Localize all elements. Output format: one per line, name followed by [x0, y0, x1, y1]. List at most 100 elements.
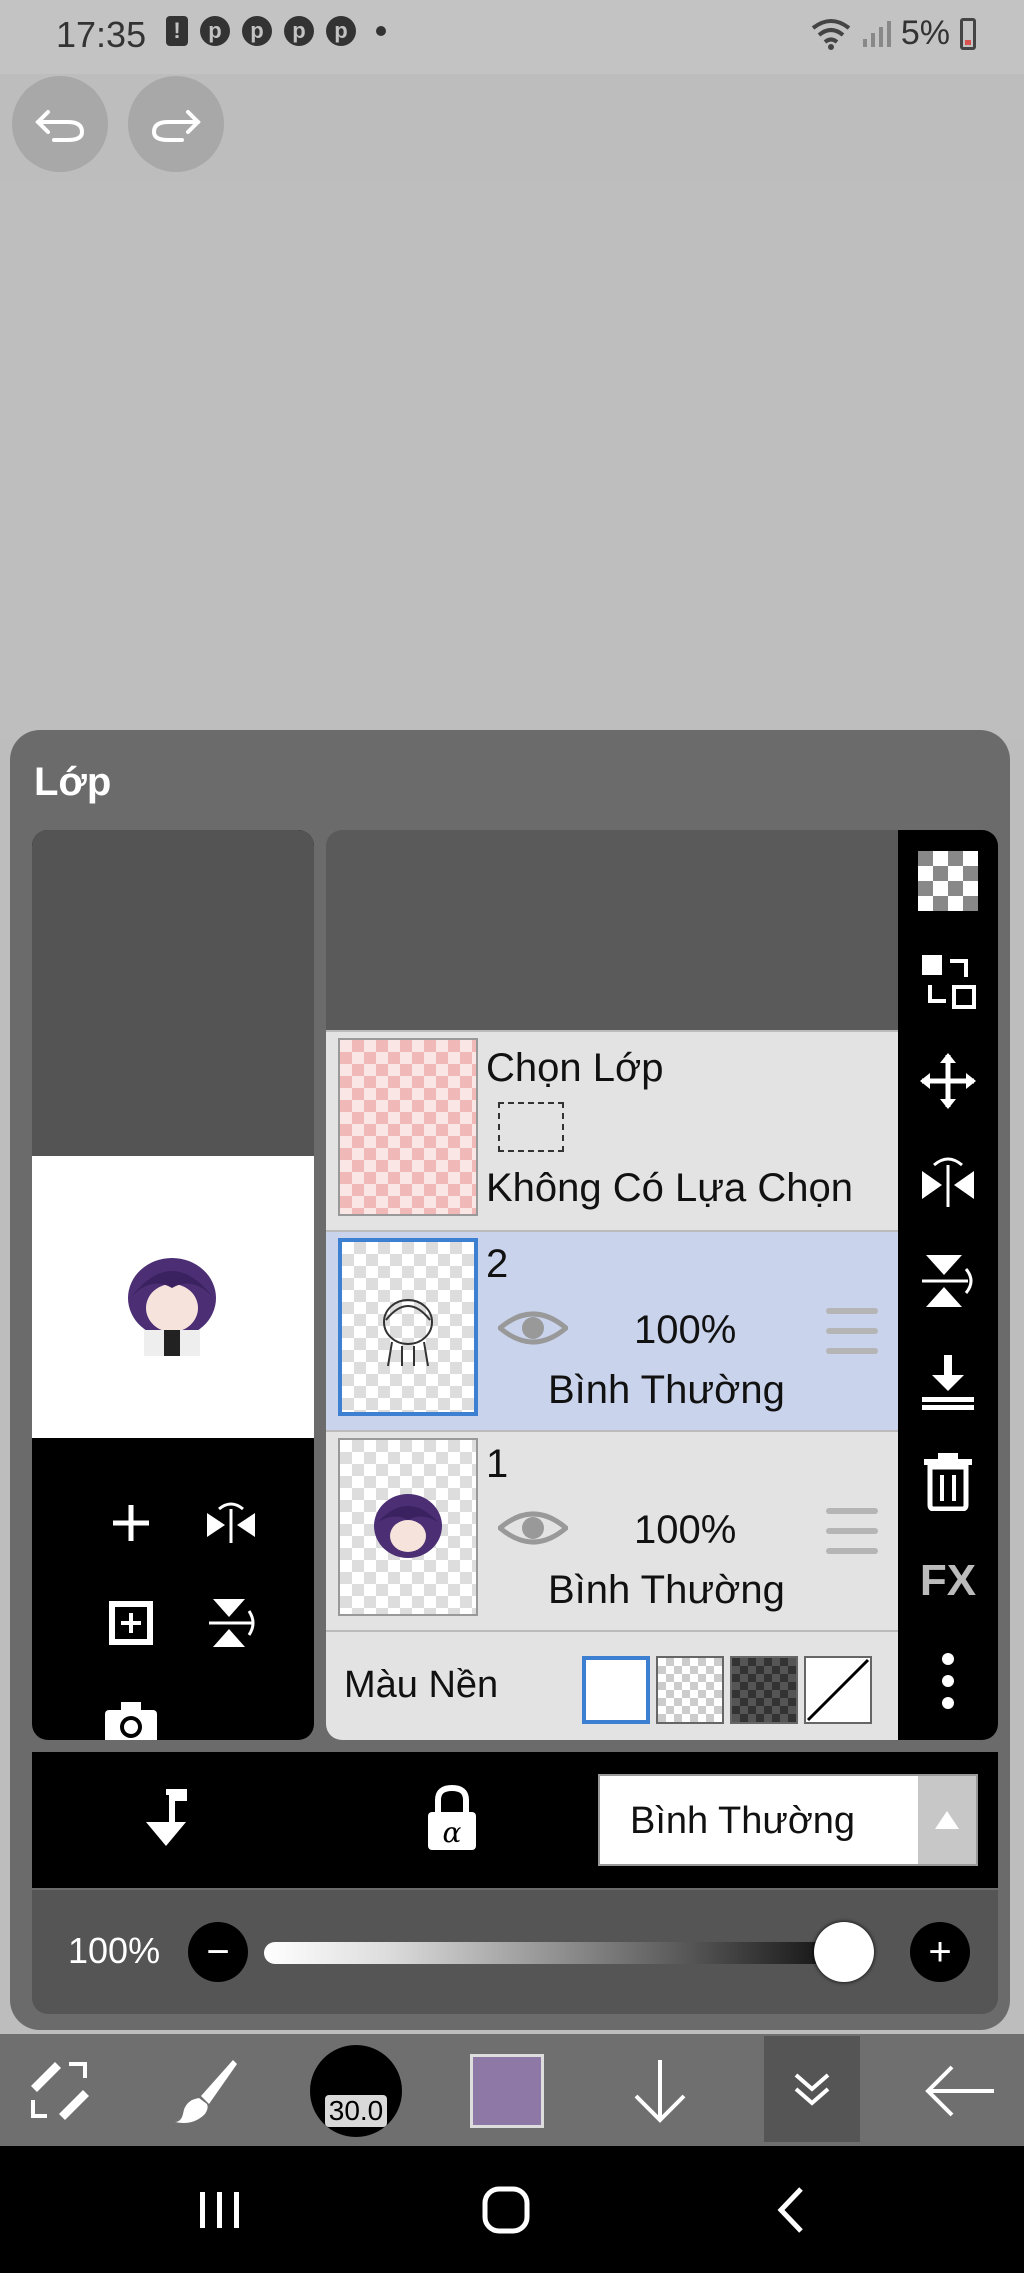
- drawing-canvas[interactable]: [0, 180, 1024, 740]
- flip-vertical-button[interactable]: [196, 1588, 266, 1658]
- alpha-lock-button[interactable]: α: [424, 1784, 480, 1857]
- opacity-plus-button[interactable]: +: [910, 1922, 970, 1982]
- layer-row[interactable]: 1 100% Bình Thường: [326, 1430, 898, 1630]
- battery-icon: [960, 17, 976, 50]
- opacity-slider[interactable]: [264, 1942, 874, 1964]
- back-button[interactable]: [920, 2046, 1000, 2136]
- layer-opacity: 100%: [634, 1508, 737, 1552]
- opacity-value: 100%: [68, 1930, 161, 1971]
- visibility-eye-icon[interactable]: [498, 1306, 568, 1350]
- selection-layer-thumbnail: [338, 1038, 478, 1216]
- flip-horizontal-icon: [207, 1502, 255, 1543]
- layer-name: 1: [486, 1442, 509, 1486]
- brush-size-indicator: 30.0: [310, 2045, 402, 2137]
- add-layer-button[interactable]: [96, 1488, 166, 1558]
- character-thumbnail-image: [128, 1258, 216, 1356]
- preview-canvas[interactable]: [32, 1156, 314, 1438]
- layer-blend-mode: Bình Thường: [548, 1568, 785, 1612]
- undo-button[interactable]: [12, 76, 108, 172]
- dropdown-arrow-icon: [918, 1776, 976, 1864]
- brush-size-button[interactable]: 30.0: [310, 2045, 402, 2137]
- flip-horizontal-button[interactable]: [913, 1146, 983, 1216]
- add-copy-icon: [109, 1601, 153, 1645]
- layer-down-button[interactable]: [620, 2046, 700, 2136]
- drag-handle-icon[interactable]: [826, 1508, 878, 1554]
- transform-icon: [31, 2062, 89, 2120]
- selection-marquee-icon: [498, 1102, 564, 1152]
- opacity-minus-button[interactable]: −: [188, 1922, 248, 1982]
- character-layer-thumbnail-image: [374, 1494, 442, 1558]
- trash-icon: [924, 1453, 972, 1511]
- bg-transparent-swatch[interactable]: [656, 1656, 724, 1724]
- add-copy-button[interactable]: [96, 1588, 166, 1658]
- system-status: 5%: [811, 14, 976, 53]
- signal-icon: [862, 20, 891, 47]
- panel-title: Lớp: [34, 760, 112, 804]
- layer-tools-column: FX: [898, 830, 998, 1740]
- selection-status: Không Có Lựa Chọn: [486, 1166, 854, 1210]
- drag-handle-icon[interactable]: [826, 1308, 878, 1354]
- pinterest-icon: p: [242, 16, 272, 46]
- canvas-preview: [32, 830, 314, 1740]
- brush-icon: [175, 2060, 237, 2123]
- layer-thumbnail: [338, 1438, 478, 1616]
- merge-down-button[interactable]: [913, 1346, 983, 1416]
- layer-list: Chọn Lớp Không Có Lựa Chọn 2 100% Bình T…: [326, 830, 898, 1740]
- battery-percent: 5%: [900, 14, 950, 52]
- opacity-bar: 100% − +: [32, 1890, 998, 2014]
- home-button[interactable]: [466, 2170, 546, 2250]
- flip-vertical-icon: [209, 1599, 255, 1647]
- bg-dark-checker-swatch[interactable]: [730, 1656, 798, 1724]
- home-icon: [482, 2186, 530, 2234]
- background-color-row: Màu Nền: [326, 1630, 898, 1740]
- status-bar: 17:35 ! p p p p 5%: [0, 0, 1024, 74]
- selection-layer-row[interactable]: Chọn Lớp Không Có Lựa Chọn: [326, 1030, 898, 1230]
- fx-button[interactable]: FX: [913, 1546, 983, 1616]
- alert-icon: !: [166, 16, 188, 46]
- flip-horizontal-icon: [922, 1157, 974, 1207]
- double-chevron-down-icon: [794, 2073, 830, 2106]
- bg-none-swatch[interactable]: [804, 1656, 872, 1724]
- layer-row[interactable]: 2 100% Bình Thường: [326, 1230, 898, 1430]
- flip-horizontal-button[interactable]: [196, 1488, 266, 1558]
- delete-layer-button[interactable]: [913, 1446, 983, 1516]
- swap-layer-button[interactable]: [913, 946, 983, 1016]
- current-color-swatch: [470, 2054, 544, 2128]
- brush-size-value: 30.0: [324, 2095, 388, 2127]
- move-icon: [920, 1053, 976, 1109]
- status-time: 17:35: [56, 14, 147, 55]
- opacity-slider-knob[interactable]: [814, 1922, 874, 1982]
- more-options-button[interactable]: [913, 1646, 983, 1716]
- camera-button[interactable]: [96, 1688, 166, 1740]
- redo-button[interactable]: [128, 76, 224, 172]
- blend-mode-value: Bình Thường: [630, 1800, 856, 1842]
- flip-vertical-button[interactable]: [913, 1246, 983, 1316]
- brush-tool-button[interactable]: [166, 2046, 246, 2136]
- selection-layer-title: Chọn Lớp: [486, 1046, 664, 1090]
- arrow-down-icon: [634, 2060, 686, 2123]
- wifi-icon: [811, 18, 851, 50]
- background-color-label: Màu Nền: [344, 1664, 499, 1706]
- bg-white-swatch[interactable]: [582, 1656, 650, 1724]
- arrow-left-icon: [925, 2065, 994, 2117]
- back-icon: [777, 2187, 803, 2233]
- clipping-button[interactable]: [140, 1788, 192, 1855]
- layers-button[interactable]: [764, 2036, 860, 2142]
- merge-down-icon: [922, 1355, 974, 1410]
- recents-button[interactable]: [180, 2170, 260, 2250]
- checker-icon: [918, 851, 978, 911]
- notification-icons: ! p p p p: [166, 16, 386, 46]
- alpha-lock-icon: α: [428, 1784, 476, 1850]
- transform-tool-button[interactable]: [20, 2046, 100, 2136]
- recents-icon: [200, 2192, 239, 2228]
- visibility-eye-icon[interactable]: [498, 1506, 568, 1550]
- blend-mode-select[interactable]: Bình Thường: [598, 1774, 978, 1866]
- nav-back-button[interactable]: [750, 2170, 830, 2250]
- pinterest-icon: p: [326, 16, 356, 46]
- color-picker-button[interactable]: [470, 2046, 544, 2136]
- move-button[interactable]: [913, 1046, 983, 1116]
- svg-text:α: α: [443, 1816, 462, 1849]
- layer-actions-bar: α Bình Thường: [32, 1752, 998, 1888]
- checker-button[interactable]: [913, 846, 983, 916]
- layer-blend-mode: Bình Thường: [548, 1368, 785, 1412]
